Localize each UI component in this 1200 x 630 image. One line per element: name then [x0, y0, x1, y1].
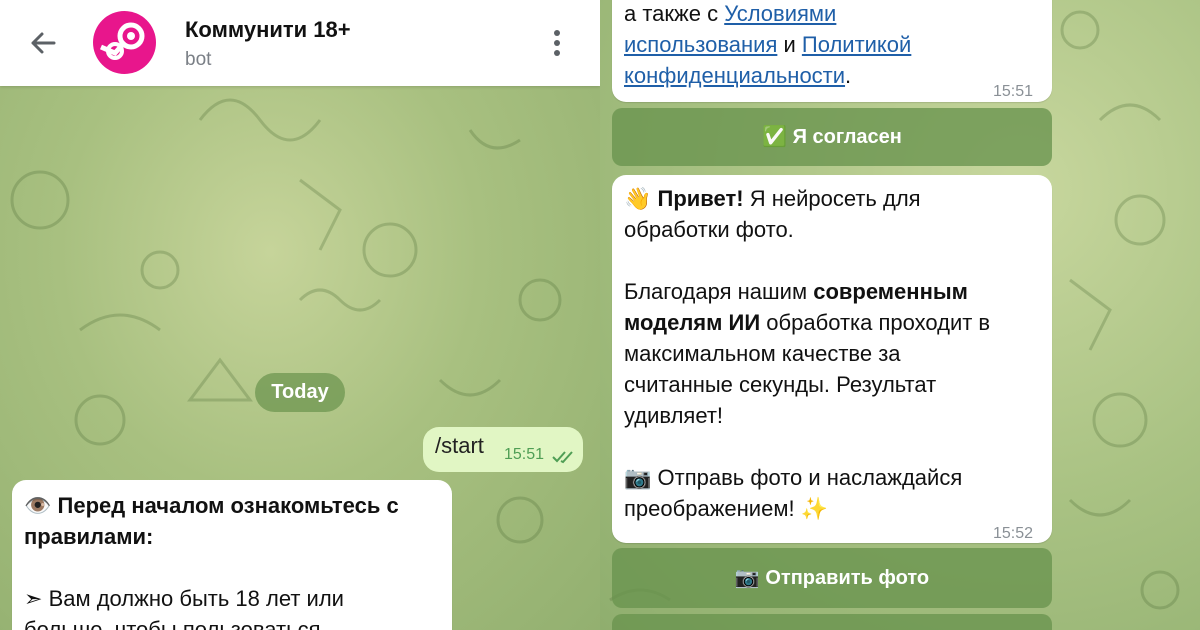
- p2-bold1: современным: [813, 279, 968, 304]
- greeting-message[interactable]: 👋 Привет! Я нейросеть для обработки фото…: [612, 175, 1052, 543]
- chat-header: Коммунити 18+ bot: [0, 0, 600, 86]
- terms-link[interactable]: Условиями: [724, 1, 836, 26]
- steam-logo-icon: [100, 22, 145, 60]
- terms-link[interactable]: использования: [624, 32, 777, 57]
- message-time: 15:52: [993, 525, 1034, 542]
- rules-heading: 👁️ Перед началом ознакомьтесь с: [24, 490, 444, 521]
- heading-line2: правилами:: [24, 524, 154, 549]
- chat-title: Коммунити 18+: [185, 17, 351, 42]
- greeting-bold: Привет!: [657, 186, 744, 211]
- p2-prefix: Благодаря нашим: [624, 279, 814, 304]
- p2-line3: максимальном качестве за: [624, 341, 901, 366]
- heading-line1: Перед началом ознакомьтесь с: [57, 493, 399, 518]
- check-mark-icon: ✅: [762, 126, 788, 148]
- double-check-icon: [552, 451, 573, 464]
- bot-avatar[interactable]: [93, 11, 156, 74]
- privacy-link[interactable]: Политикой: [802, 32, 911, 57]
- p2-bold2: моделям ИИ: [624, 310, 761, 335]
- greeting-text: Я нейросеть для: [743, 186, 921, 211]
- privacy-link[interactable]: конфиденциальности: [624, 63, 845, 88]
- terms-prefix: а также с: [624, 1, 725, 26]
- next-inline-button[interactable]: [612, 614, 1052, 630]
- message-text: /start: [435, 433, 484, 458]
- left-chat-panel: Коммунити 18+ bot Today /start 15:51 👁️ …: [0, 0, 600, 630]
- message-time: 15:51: [504, 446, 545, 463]
- rules-line2: больше, чтобы пользоваться: [24, 617, 321, 630]
- p2-rest: обработка проходит в: [760, 310, 991, 335]
- message-time: 15:51: [993, 83, 1034, 100]
- greeting-line2: обработки фото.: [624, 217, 794, 242]
- send-photo-label: Отправить фото: [765, 567, 930, 589]
- terms-message[interactable]: а также с Условиями использования и Поли…: [612, 0, 1052, 102]
- terms-connector: и: [777, 32, 802, 57]
- camera-icon: 📷: [624, 465, 652, 490]
- agree-button-label: Я согласен: [792, 126, 902, 148]
- right-chat-panel: а также с Условиями использования и Поли…: [600, 0, 1200, 630]
- eye-icon: 👁️: [24, 493, 52, 518]
- p3-line2: преображением!: [624, 496, 801, 521]
- waving-hand-icon: 👋: [624, 186, 652, 211]
- send-photo-button[interactable]: 📷 Отправить фото: [612, 548, 1052, 608]
- p3-line1: Отправь фото и наслаждайся: [651, 465, 963, 490]
- date-separator: Today: [255, 373, 345, 412]
- more-vert-icon[interactable]: [545, 26, 569, 60]
- chat-subtitle: bot: [185, 49, 212, 70]
- outgoing-message[interactable]: /start 15:51: [423, 427, 583, 472]
- p2-line5: удивляет!: [624, 403, 724, 428]
- agree-button[interactable]: ✅ Я согласен: [612, 108, 1052, 166]
- sparkles-icon: ✨: [800, 496, 829, 521]
- rules-message[interactable]: 👁️ Перед началом ознакомьтесь с правилам…: [12, 480, 452, 630]
- bullet-arrow-icon: ➣: [24, 586, 43, 611]
- back-arrow-icon[interactable]: [26, 26, 60, 60]
- rules-line1: Вам должно быть 18 лет или: [48, 586, 344, 611]
- terms-suffix: .: [845, 63, 852, 88]
- camera-icon: 📷: [734, 567, 760, 589]
- p2-line4: считанные секунды. Результат: [624, 372, 937, 397]
